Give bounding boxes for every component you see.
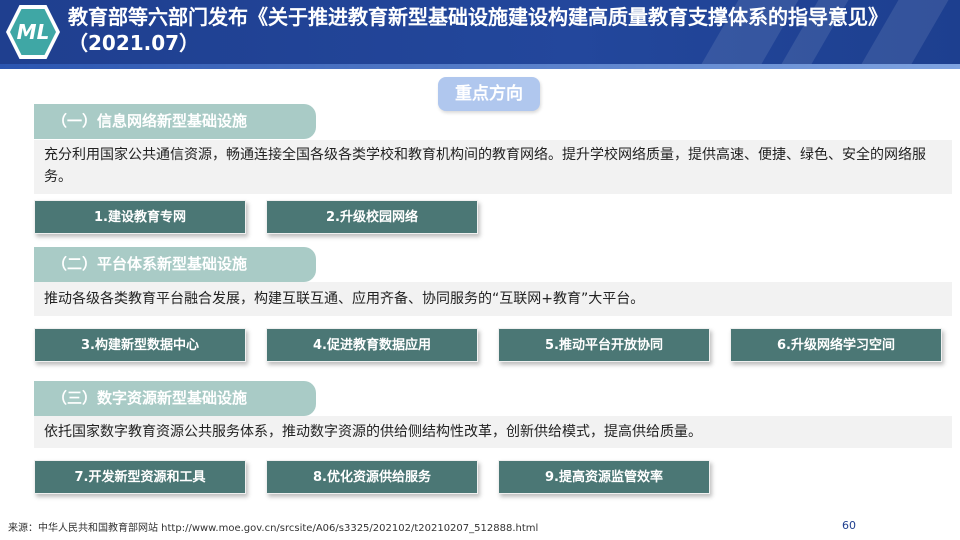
page-title: 教育部等六部门发布《关于推进教育新型基础设施建设构建高质量教育支撑体系的指导意见…	[68, 5, 888, 55]
section-1-description: 充分利用国家公共通信资源，畅通连接全国各级各类学校和教育机构间的教育网络。提升学…	[44, 147, 926, 185]
section-3-description: 依托国家数字教育资源公共服务体系，推动数字资源的供给侧结构性改革，创新供给模式，…	[44, 424, 702, 440]
item-button-7[interactable]: 7.开发新型资源和工具	[34, 460, 246, 494]
source-label: 来源：	[8, 523, 38, 534]
item-button-8[interactable]: 8.优化资源供给服务	[266, 460, 478, 494]
item-button-2[interactable]: 2.升级校园网络	[266, 200, 478, 234]
source-link[interactable]: 中华人民共和国教育部网站 http://www.moe.gov.cn/srcsi…	[38, 523, 538, 534]
section-3-title: （三）数字资源新型基础设施	[34, 381, 316, 416]
item-button-5[interactable]: 5.推动平台开放协同	[498, 328, 710, 362]
item-button-1[interactable]: 1.建设教育专网	[34, 200, 246, 234]
section-2-description: 推动各级各类教育平台融合发展，构建互联互通、应用齐备、协同服务的“互联网+教育”…	[44, 291, 645, 307]
logo-text: ML	[10, 9, 56, 55]
page-number: 60	[842, 519, 856, 532]
header-divider	[0, 64, 960, 69]
section-2-title: （二）平台体系新型基础设施	[34, 247, 316, 282]
item-button-6[interactable]: 6.升级网络学习空间	[730, 328, 942, 362]
focus-direction-label: 重点方向	[438, 77, 540, 111]
source-citation: 来源：中华人民共和国教育部网站 http://www.moe.gov.cn/sr…	[8, 519, 538, 534]
item-button-4[interactable]: 4.促进教育数据应用	[266, 328, 478, 362]
item-button-9[interactable]: 9.提高资源监管效率	[498, 460, 710, 494]
item-button-3[interactable]: 3.构建新型数据中心	[34, 328, 246, 362]
section-1-title: （一）信息网络新型基础设施	[34, 104, 316, 139]
